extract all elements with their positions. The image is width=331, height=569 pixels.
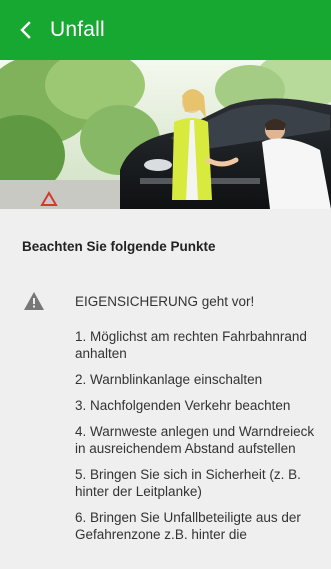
list-item: 4. Warnweste anlegen und Warndreieck in … <box>75 424 315 456</box>
chevron-left-icon <box>20 21 31 39</box>
section-title: Beachten Sie folgende Punkte <box>22 239 216 254</box>
hero-image <box>0 60 331 209</box>
back-button[interactable] <box>6 0 46 60</box>
warning-text: EIGENSICHERUNG geht vor! <box>75 294 255 309</box>
list-item: 6. Bringen Sie Unfallbeteiligte aus der … <box>75 510 301 542</box>
list-item: 5. Bringen Sie sich in Sicherheit (z. B.… <box>75 467 301 499</box>
content-area: Beachten Sie folgende Punkte EIGENSICHER… <box>0 209 331 569</box>
list-item: 1. Möglichst am rechten Fahrbahnrand anh… <box>75 329 307 361</box>
warning-row: EIGENSICHERUNG geht vor! <box>24 291 254 310</box>
list-item: 3. Nachfolgenden Verkehr beachten <box>75 398 291 413</box>
warning-triangle-icon <box>24 292 44 310</box>
app-bar: Unfall <box>0 0 331 60</box>
list-item: 2. Warnblinkanlage einschalten <box>75 372 263 387</box>
step-list: 1. Möglichst am rechten Fahrbahnrand anh… <box>75 328 325 552</box>
accident-scene-illustration <box>0 60 331 209</box>
page-title: Unfall <box>50 18 105 41</box>
